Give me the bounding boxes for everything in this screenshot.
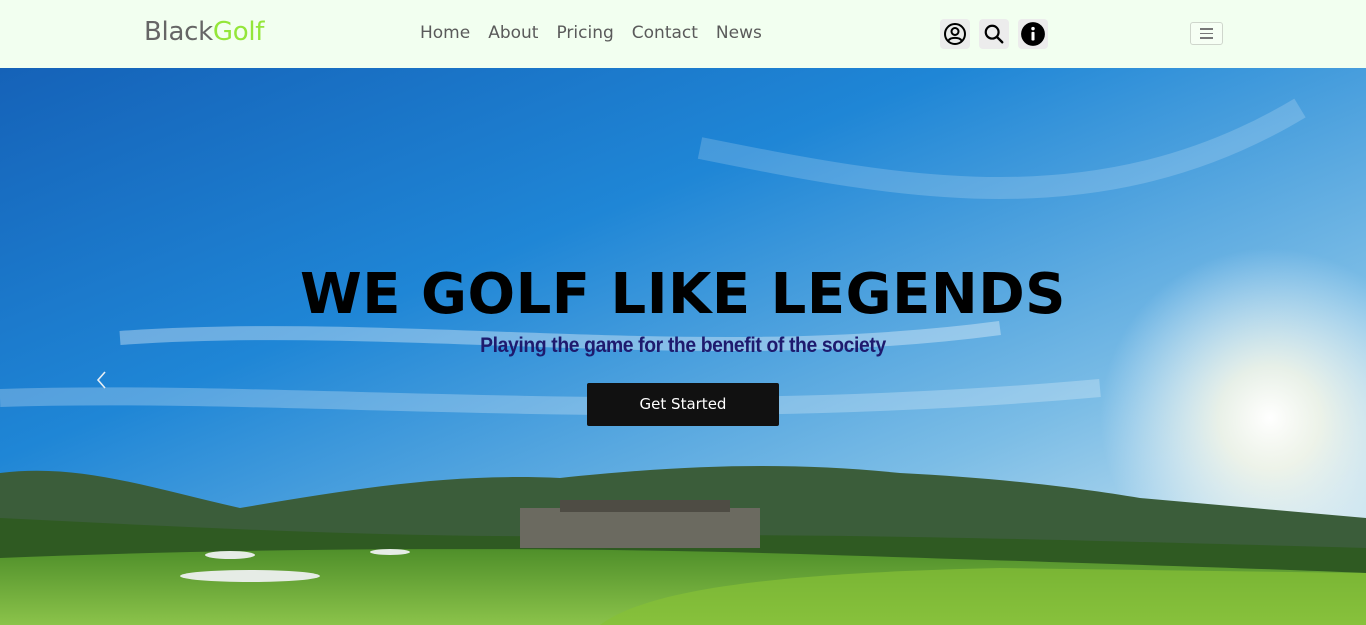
chevron-left-icon xyxy=(96,371,106,389)
brand-name-part1: Black xyxy=(144,17,213,47)
brand-logo[interactable]: BlackGolf xyxy=(144,17,264,47)
nav-link-home[interactable]: Home xyxy=(420,22,470,44)
navbar: BlackGolf Home About Pricing Contact New… xyxy=(0,0,1366,68)
nav-icon-group xyxy=(940,19,1048,49)
hamburger-icon-line xyxy=(1200,32,1213,35)
brand-name-part2: Golf xyxy=(212,17,265,47)
search-icon xyxy=(984,24,1004,44)
nav-link-contact[interactable]: Contact xyxy=(632,22,698,44)
get-started-button[interactable]: Get Started xyxy=(587,383,779,426)
nav-link-pricing[interactable]: Pricing xyxy=(556,22,613,44)
user-circle-icon xyxy=(944,23,966,45)
menu-toggle-button[interactable] xyxy=(1190,22,1223,45)
main-nav: Home About Pricing Contact News xyxy=(420,22,780,44)
hero-subtitle: Playing the game for the benefit of the … xyxy=(480,334,886,357)
account-button[interactable] xyxy=(940,19,970,49)
info-icon xyxy=(1021,22,1045,46)
search-button[interactable] xyxy=(979,19,1009,49)
hero-title: WE GOLF LIKE LEGENDS xyxy=(299,262,1067,327)
nav-link-about[interactable]: About xyxy=(488,22,538,44)
carousel-prev-button[interactable] xyxy=(92,368,112,392)
hamburger-icon-line xyxy=(1200,37,1213,39)
info-button[interactable] xyxy=(1018,19,1048,49)
nav-link-news[interactable]: News xyxy=(716,22,762,44)
hamburger-icon-line xyxy=(1200,28,1213,30)
hero-carousel: WE GOLF LIKE LEGENDS Playing the game fo… xyxy=(0,68,1366,625)
